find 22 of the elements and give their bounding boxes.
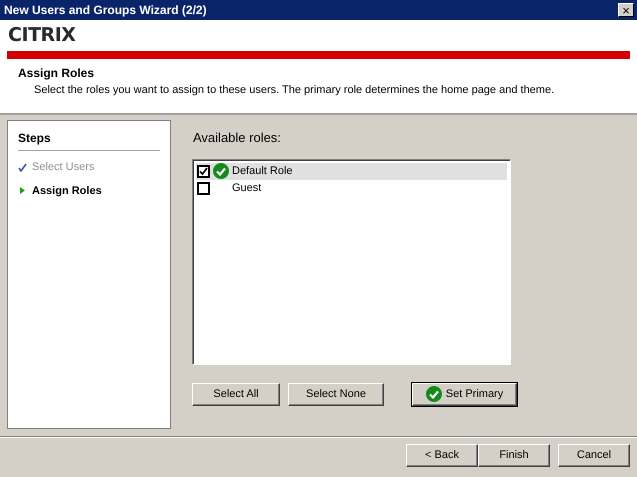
role-name: Guest — [232, 180, 262, 196]
roles-label: Available roles: — [193, 129, 282, 147]
role-checkbox[interactable] — [197, 164, 210, 178]
step-label: Select Users — [32, 160, 94, 175]
logo: CITRIX — [8, 23, 76, 48]
steps-title: Steps — [18, 129, 160, 151]
footer-button[interactable]: Finish — [478, 444, 550, 467]
step-label: Assign Roles — [32, 184, 102, 198]
role-name: Default Role — [232, 164, 293, 179]
role-item[interactable]: Default Role — [196, 162, 507, 180]
page-title: Assign Roles — [18, 65, 96, 82]
footer-button[interactable]: Cancel — [558, 444, 630, 467]
role-button[interactable]: Select All — [192, 382, 280, 406]
set-primary-button[interactable]: Set Primary — [412, 382, 517, 406]
role-item[interactable]: Guest — [196, 180, 507, 196]
close-button[interactable]: × — [618, 3, 634, 17]
page-description: Select the roles you want to assign to these users. The primary role determines the home page and theme. — [34, 83, 556, 98]
footer-button[interactable]: < Back — [406, 444, 478, 467]
window-title: New Users and Groups Wizard (2/2) — [4, 2, 207, 19]
role-checkbox[interactable] — [197, 182, 210, 194]
primary-check-icon — [426, 386, 442, 402]
role-button[interactable]: Select None — [288, 382, 384, 406]
